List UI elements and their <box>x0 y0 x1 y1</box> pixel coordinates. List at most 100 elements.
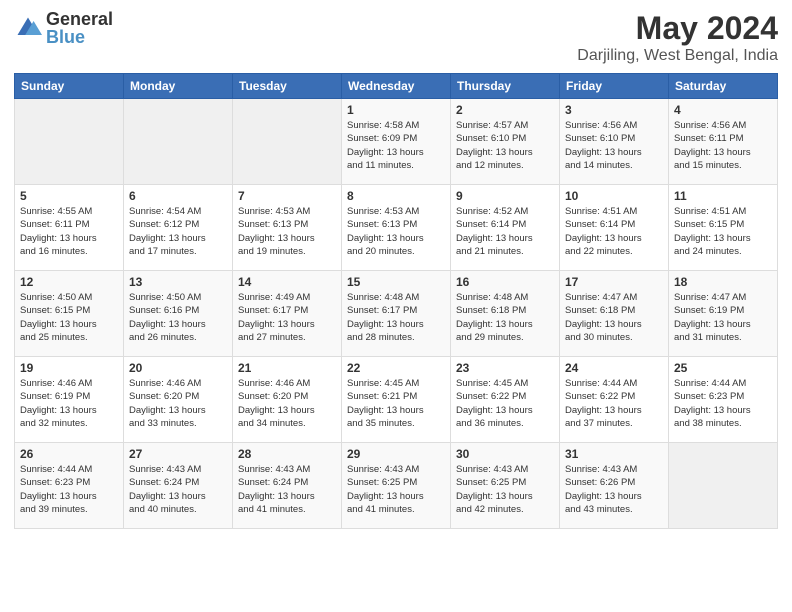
day-number: 29 <box>347 447 445 461</box>
cell-week5-day0: 26 Sunrise: 4:44 AM Sunset: 6:23 PM Dayli… <box>15 443 124 529</box>
header-monday: Monday <box>124 74 233 99</box>
day-number: 21 <box>238 361 336 375</box>
week-row-2: 5 Sunrise: 4:55 AM Sunset: 6:11 PM Daylig… <box>15 185 778 271</box>
day-number: 16 <box>456 275 554 289</box>
cell-week2-day1: 6Sunrise: 4:54 AM Sunset: 6:12 PM Daylig… <box>124 185 233 271</box>
day-info: Sunrise: 4:46 AM Sunset: 6:20 PM Dayligh… <box>238 377 336 430</box>
day-info: Sunrise: 4:45 AM Sunset: 6:22 PM Dayligh… <box>456 377 554 430</box>
week-row-3: 12 Sunrise: 4:50 AM Sunset: 6:15 PM Dayli… <box>15 271 778 357</box>
day-number: 10 <box>565 189 663 203</box>
cell-week5-day1: 27 Sunrise: 4:43 AM Sunset: 6:24 PM Dayli… <box>124 443 233 529</box>
day-info: Sunrise: 4:43 AM Sunset: 6:26 PM Dayligh… <box>565 463 663 516</box>
cell-week4-day1: 20 Sunrise: 4:46 AM Sunset: 6:20 PM Dayli… <box>124 357 233 443</box>
header-wednesday: Wednesday <box>342 74 451 99</box>
logo: General Blue <box>14 10 113 46</box>
cell-week2-day4: 9 Sunrise: 4:52 AM Sunset: 6:14 PM Daylig… <box>451 185 560 271</box>
cell-week5-day6 <box>669 443 778 529</box>
day-info: Sunrise: 4:43 AM Sunset: 6:25 PM Dayligh… <box>456 463 554 516</box>
day-number: 22 <box>347 361 445 375</box>
cell-week1-day5: 3Sunrise: 4:56 AM Sunset: 6:10 PM Daylig… <box>560 99 669 185</box>
day-info: Sunrise: 4:49 AM Sunset: 6:17 PM Dayligh… <box>238 291 336 344</box>
day-number: 13 <box>129 275 227 289</box>
cell-week5-day5: 31 Sunrise: 4:43 AM Sunset: 6:26 PM Dayli… <box>560 443 669 529</box>
cell-week3-day6: 18 Sunrise: 4:47 AM Sunset: 6:19 PM Dayli… <box>669 271 778 357</box>
day-info: Sunrise: 4:48 AM Sunset: 6:18 PM Dayligh… <box>456 291 554 344</box>
day-info: Sunrise: 4:43 AM Sunset: 6:24 PM Dayligh… <box>129 463 227 516</box>
cell-week5-day2: 28Sunrise: 4:43 AM Sunset: 6:24 PM Dayli… <box>233 443 342 529</box>
day-number: 14 <box>238 275 336 289</box>
day-number: 5 <box>20 189 118 203</box>
day-number: 26 <box>20 447 118 461</box>
day-info: Sunrise: 4:51 AM Sunset: 6:15 PM Dayligh… <box>674 205 772 258</box>
logo-line2: Blue <box>46 28 113 46</box>
cell-week3-day0: 12 Sunrise: 4:50 AM Sunset: 6:15 PM Dayli… <box>15 271 124 357</box>
week-row-1: 1 Sunrise: 4:58 AM Sunset: 6:09 PM Daylig… <box>15 99 778 185</box>
day-info: Sunrise: 4:44 AM Sunset: 6:22 PM Dayligh… <box>565 377 663 430</box>
day-number: 15 <box>347 275 445 289</box>
day-info: Sunrise: 4:56 AM Sunset: 6:10 PM Dayligh… <box>565 119 663 172</box>
cell-week5-day4: 30Sunrise: 4:43 AM Sunset: 6:25 PM Dayli… <box>451 443 560 529</box>
header: General Blue May 2024 Darjiling, West Be… <box>14 10 778 65</box>
cell-week1-day4: 2Sunrise: 4:57 AM Sunset: 6:10 PM Daylig… <box>451 99 560 185</box>
day-info: Sunrise: 4:47 AM Sunset: 6:19 PM Dayligh… <box>674 291 772 344</box>
cell-week1-day6: 4 Sunrise: 4:56 AM Sunset: 6:11 PM Daylig… <box>669 99 778 185</box>
week-row-4: 19 Sunrise: 4:46 AM Sunset: 6:19 PM Dayli… <box>15 357 778 443</box>
day-info: Sunrise: 4:44 AM Sunset: 6:23 PM Dayligh… <box>20 463 118 516</box>
day-number: 17 <box>565 275 663 289</box>
cell-week1-day3: 1 Sunrise: 4:58 AM Sunset: 6:09 PM Daylig… <box>342 99 451 185</box>
day-info: Sunrise: 4:53 AM Sunset: 6:13 PM Dayligh… <box>238 205 336 258</box>
cell-week1-day2 <box>233 99 342 185</box>
logo-line1: General <box>46 10 113 28</box>
cell-week5-day3: 29Sunrise: 4:43 AM Sunset: 6:25 PM Dayli… <box>342 443 451 529</box>
day-number: 25 <box>674 361 772 375</box>
cell-week2-day3: 8 Sunrise: 4:53 AM Sunset: 6:13 PM Daylig… <box>342 185 451 271</box>
day-number: 12 <box>20 275 118 289</box>
cell-week2-day6: 11 Sunrise: 4:51 AM Sunset: 6:15 PM Dayli… <box>669 185 778 271</box>
day-info: Sunrise: 4:46 AM Sunset: 6:20 PM Dayligh… <box>129 377 227 430</box>
header-thursday: Thursday <box>451 74 560 99</box>
day-number: 8 <box>347 189 445 203</box>
day-number: 24 <box>565 361 663 375</box>
day-info: Sunrise: 4:45 AM Sunset: 6:21 PM Dayligh… <box>347 377 445 430</box>
day-number: 19 <box>20 361 118 375</box>
day-number: 7 <box>238 189 336 203</box>
day-info: Sunrise: 4:43 AM Sunset: 6:24 PM Dayligh… <box>238 463 336 516</box>
day-number: 4 <box>674 103 772 117</box>
cell-week3-day4: 16 Sunrise: 4:48 AM Sunset: 6:18 PM Dayli… <box>451 271 560 357</box>
day-info: Sunrise: 4:52 AM Sunset: 6:14 PM Dayligh… <box>456 205 554 258</box>
header-saturday: Saturday <box>669 74 778 99</box>
header-friday: Friday <box>560 74 669 99</box>
day-info: Sunrise: 4:48 AM Sunset: 6:17 PM Dayligh… <box>347 291 445 344</box>
calendar-title: May 2024 <box>577 10 778 47</box>
cell-week3-day5: 17 Sunrise: 4:47 AM Sunset: 6:18 PM Dayli… <box>560 271 669 357</box>
cell-week3-day2: 14 Sunrise: 4:49 AM Sunset: 6:17 PM Dayli… <box>233 271 342 357</box>
day-info: Sunrise: 4:53 AM Sunset: 6:13 PM Dayligh… <box>347 205 445 258</box>
day-info: Sunrise: 4:44 AM Sunset: 6:23 PM Dayligh… <box>674 377 772 430</box>
day-number: 31 <box>565 447 663 461</box>
day-number: 23 <box>456 361 554 375</box>
day-number: 11 <box>674 189 772 203</box>
day-info: Sunrise: 4:46 AM Sunset: 6:19 PM Dayligh… <box>20 377 118 430</box>
day-info: Sunrise: 4:58 AM Sunset: 6:09 PM Dayligh… <box>347 119 445 172</box>
day-number: 9 <box>456 189 554 203</box>
cell-week1-day0 <box>15 99 124 185</box>
title-block: May 2024 Darjiling, West Bengal, India <box>577 10 778 65</box>
day-number: 2 <box>456 103 554 117</box>
day-info: Sunrise: 4:55 AM Sunset: 6:11 PM Dayligh… <box>20 205 118 258</box>
day-number: 20 <box>129 361 227 375</box>
cell-week4-day0: 19 Sunrise: 4:46 AM Sunset: 6:19 PM Dayli… <box>15 357 124 443</box>
cell-week2-day2: 7 Sunrise: 4:53 AM Sunset: 6:13 PM Daylig… <box>233 185 342 271</box>
cell-week3-day1: 13Sunrise: 4:50 AM Sunset: 6:16 PM Dayli… <box>124 271 233 357</box>
logo-text: General Blue <box>46 10 113 46</box>
header-tuesday: Tuesday <box>233 74 342 99</box>
day-info: Sunrise: 4:54 AM Sunset: 6:12 PM Dayligh… <box>129 205 227 258</box>
day-info: Sunrise: 4:47 AM Sunset: 6:18 PM Dayligh… <box>565 291 663 344</box>
cell-week1-day1 <box>124 99 233 185</box>
day-number: 18 <box>674 275 772 289</box>
cell-week4-day5: 24 Sunrise: 4:44 AM Sunset: 6:22 PM Dayli… <box>560 357 669 443</box>
day-info: Sunrise: 4:50 AM Sunset: 6:15 PM Dayligh… <box>20 291 118 344</box>
cell-week4-day6: 25 Sunrise: 4:44 AM Sunset: 6:23 PM Dayli… <box>669 357 778 443</box>
day-info: Sunrise: 4:56 AM Sunset: 6:11 PM Dayligh… <box>674 119 772 172</box>
day-number: 1 <box>347 103 445 117</box>
day-number: 27 <box>129 447 227 461</box>
